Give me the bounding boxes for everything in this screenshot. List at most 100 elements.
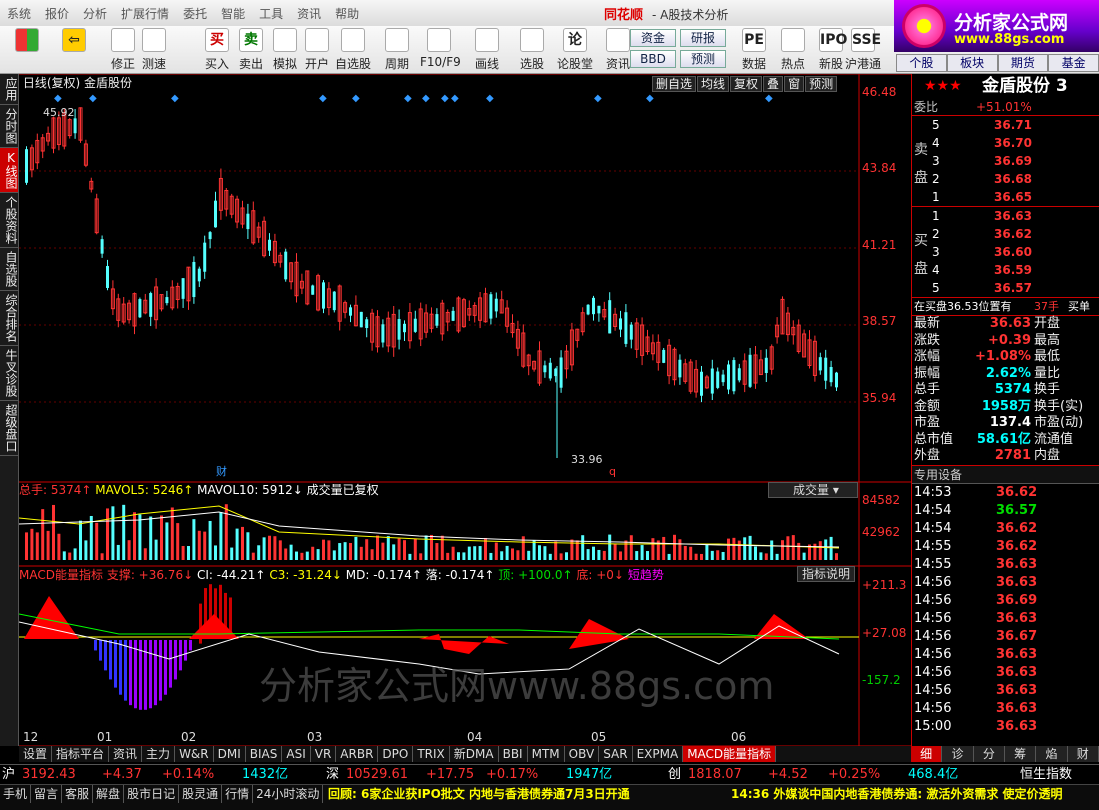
sidebar-tab[interactable]: 综合排名 [0, 291, 18, 346]
forecast-button[interactable]: 预测 [680, 50, 726, 68]
indicator-tab[interactable]: DMI [214, 746, 246, 762]
menu-item[interactable]: 委托 [176, 5, 214, 22]
status-tab[interactable]: 解盘 [93, 785, 125, 803]
tab-stock[interactable]: 个股 [896, 54, 947, 72]
menu-item[interactable]: 资讯 [290, 5, 328, 22]
toolbar-item[interactable]: 自选股 [334, 28, 372, 72]
indicator-tab[interactable]: TRIX [413, 746, 450, 762]
stat-row: 外盘 2781 内盘 [912, 448, 1099, 465]
bbd-button[interactable]: BBD [630, 50, 676, 68]
toolbar-item[interactable]: 画线 [468, 28, 506, 72]
index-n: 深 [326, 767, 340, 782]
detail-tab[interactable]: 筹 [1004, 746, 1037, 762]
volume-dropdown[interactable]: 成交量 ▾ [768, 482, 858, 498]
candle-body [727, 364, 730, 390]
tick-row: 14:56 36.63 [912, 664, 1099, 682]
indicator-tab[interactable]: SAR [599, 746, 633, 762]
mavol10-line [19, 511, 840, 548]
indicator-tab[interactable]: OBV [565, 746, 600, 762]
status-tab[interactable]: 股市日记 [124, 785, 180, 803]
indicator-tab[interactable]: 指标平台 [52, 746, 110, 762]
candle-body [818, 357, 822, 371]
indicator-tab[interactable]: 资讯 [109, 746, 143, 762]
menu-item[interactable]: 工具 [252, 5, 290, 22]
tab-futures[interactable]: 期货 [997, 54, 1049, 72]
toolbar-item[interactable]: SSE 沪港通 [844, 28, 882, 72]
candle-body [359, 311, 363, 328]
indicator-tab[interactable]: DPO [378, 746, 414, 762]
indicator-tab[interactable]: MACD能量指标 [683, 746, 777, 762]
toolbar-item[interactable]: 周期 [378, 28, 416, 72]
toolbar-item[interactable]: PE 数据 [735, 28, 773, 72]
toolbar-item[interactable]: 热点 [774, 28, 812, 72]
indicator-tab[interactable]: ASI [282, 746, 311, 762]
menu-item[interactable]: 分析 [76, 5, 114, 22]
status-tab[interactable]: 留言 [31, 785, 63, 803]
detail-tab[interactable]: 细 [911, 746, 943, 762]
sidebar-tab[interactable]: 个股资料 [0, 193, 18, 248]
time-axis-label: 12 [23, 730, 38, 744]
kline-chart-area[interactable]: 46.48 43.84 41.21 38.57 35.94 84582 42962 +211.… [19, 74, 911, 746]
sidebar-tab[interactable]: 牛叉诊股 [0, 346, 18, 401]
menu-item[interactable]: 扩展行情 [114, 5, 176, 22]
toolbar-item[interactable]: 测速 [135, 28, 173, 72]
tick-list[interactable]: 14:53 36.62 14:54 36.57 14:54 36.62 14:55 36.62… [912, 484, 1099, 736]
indicator-tab[interactable]: ARBR [336, 746, 379, 762]
sidebar-tab[interactable]: 分时图 [0, 105, 18, 148]
toolbar-item[interactable]: 选股 [513, 28, 551, 72]
volume-bar [775, 553, 779, 560]
candle-body [748, 354, 752, 387]
indicator-tab[interactable]: MTM [528, 746, 565, 762]
news-ticker-2[interactable]: 14:36 外媒谈中国内地香港债券通: 激活外资需求 使定价透明 [731, 785, 1063, 803]
toolbar-item[interactable]: F10/F9 [420, 28, 461, 72]
volume-bar [354, 536, 358, 560]
detail-tab[interactable]: 财 [1067, 746, 1099, 762]
news-ticker[interactable]: 回顾: 6家企业获IPO批文 内地与香港债券通7月3日开通 [328, 785, 630, 803]
tab-sector[interactable]: 板块 [946, 54, 998, 72]
status-tab[interactable]: 手机 [0, 785, 32, 803]
indicator-tab[interactable]: W&R [175, 746, 214, 762]
status-tab[interactable]: 股灵通 [179, 785, 223, 803]
menu-item[interactable]: 智能 [214, 5, 252, 22]
sidebar-tab[interactable]: K线图 [0, 148, 18, 193]
menu-item[interactable]: 报价 [38, 5, 76, 22]
menu-item[interactable]: 系统 [0, 5, 38, 22]
detail-tab[interactable]: 分 [973, 746, 1005, 762]
indicator-tab[interactable]: VR [311, 746, 337, 762]
status-tab[interactable]: 24小时滚动 [253, 785, 324, 803]
volume-bar [748, 535, 752, 560]
candle-body [548, 362, 552, 379]
indicator-tab[interactable]: 设置 [19, 746, 53, 762]
monitor-icon [520, 28, 544, 52]
status-tab[interactable]: 客服 [62, 785, 94, 803]
toolbar-item[interactable]: 论论股堂 [556, 28, 594, 72]
toolbar-item[interactable] [8, 28, 46, 72]
tick-row: 14:56 36.67 [912, 628, 1099, 646]
menu-item[interactable]: 帮助 [328, 5, 366, 22]
research-button[interactable]: 研报 [680, 29, 726, 47]
indicator-tab[interactable]: EXPMA [633, 746, 684, 762]
toolbar-item[interactable]: 买买入 [198, 28, 236, 72]
time-axis-label: 06 [731, 730, 746, 744]
indicator-tab[interactable]: 新DMA [450, 746, 499, 762]
detail-tab[interactable]: 焰 [1036, 746, 1068, 762]
status-tab[interactable]: 行情 [222, 785, 254, 803]
indicator-tab[interactable]: BBI [499, 746, 528, 762]
fund-button[interactable]: 资金 [630, 29, 676, 47]
toolbar-item[interactable]: 卖卖出 [232, 28, 270, 72]
indicator-tab[interactable]: BIAS [246, 746, 283, 762]
indicator-help-button[interactable]: 指标说明 [797, 566, 855, 582]
sidebar-tab[interactable]: 应用 [0, 74, 18, 105]
toolbar-item[interactable]: ⇦ [55, 28, 93, 72]
sidebar-tab[interactable]: 超级盘口 [0, 401, 18, 456]
macd-bar [129, 640, 132, 706]
sidebar-tab[interactable]: 自选股 [0, 248, 18, 291]
stat-label: 总手 [914, 382, 941, 397]
tab-fund[interactable]: 基金 [1048, 54, 1099, 72]
toolbar-item[interactable]: 开户 [298, 28, 336, 72]
indicator-tab[interactable]: 主力 [142, 746, 176, 762]
detail-tab[interactable]: 诊 [942, 746, 974, 762]
volume-bar [95, 522, 99, 560]
tick-time: 14:54 [914, 520, 952, 536]
volume-bar [257, 545, 261, 560]
